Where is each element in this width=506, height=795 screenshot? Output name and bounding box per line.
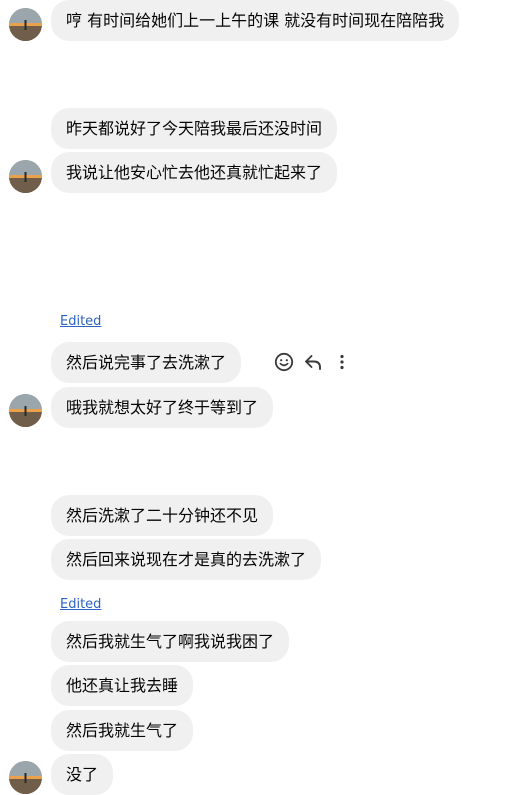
message-bubble[interactable]: 然后我就生气了 xyxy=(51,710,194,751)
message-bubble[interactable]: 我说让他安心忙去他还真就忙起来了 xyxy=(51,152,338,193)
message-bubble[interactable]: 哦我就想太好了终于等到了 xyxy=(51,387,274,428)
sender-avatar[interactable] xyxy=(9,160,42,193)
edited-label[interactable]: Edited xyxy=(60,597,101,613)
sender-avatar[interactable] xyxy=(9,761,42,794)
reply-icon[interactable] xyxy=(299,349,327,375)
message-bubble[interactable]: 然后说完事了去洗漱了 xyxy=(51,342,242,383)
message-bubble[interactable]: 然后洗漱了二十分钟还不见 xyxy=(51,495,274,536)
sender-avatar[interactable] xyxy=(9,394,42,427)
message-bubble[interactable]: 然后我就生气了啊我说我困了 xyxy=(51,621,290,662)
edited-label[interactable]: Edited xyxy=(60,314,101,330)
sender-avatar[interactable] xyxy=(9,8,42,41)
message-bubble[interactable]: 他还真让我去睡 xyxy=(51,665,194,706)
more-vertical-icon[interactable] xyxy=(328,349,356,375)
message-bubble[interactable]: 哼 有时间给她们上一上午的课 就没有时间现在陪陪我 xyxy=(51,0,460,41)
smiley-icon[interactable] xyxy=(270,349,298,375)
message-bubble[interactable]: 然后回来说现在才是真的去洗漱了 xyxy=(51,539,322,580)
message-bubble[interactable]: 昨天都说好了今天陪我最后还没时间 xyxy=(51,108,338,149)
message-bubble[interactable]: 没了 xyxy=(51,754,114,795)
message-actions xyxy=(270,349,357,375)
